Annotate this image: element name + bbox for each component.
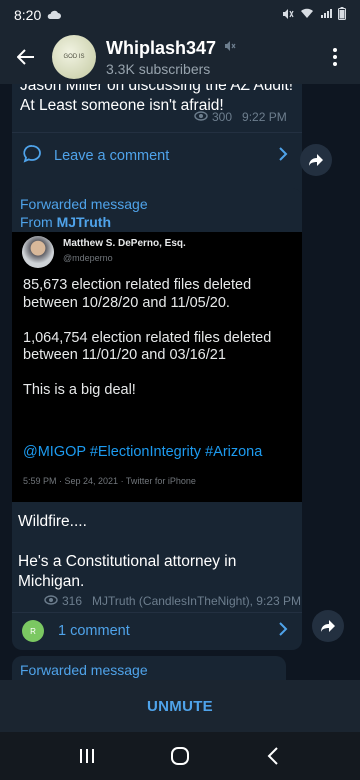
commenter-avatar: R — [22, 620, 44, 642]
tweet-handle: @mdeperno — [63, 253, 113, 263]
message-bubble[interactable]: Forwarded message — [12, 656, 286, 680]
view-count: 316 — [62, 594, 83, 608]
signal-icon — [320, 8, 332, 22]
channel-title: Whiplash347 — [106, 37, 217, 58]
unmute-button[interactable]: UNMUTE — [147, 698, 213, 715]
message-meta: 300 9:22 PM — [194, 110, 287, 124]
caption-line: Wildfire.... — [18, 513, 87, 530]
comments-button[interactable]: R 1 comment — [12, 612, 302, 650]
comments-label: 1 comment — [58, 623, 130, 639]
tweet-paragraph: 85,673 election related files deleted be… — [23, 277, 252, 311]
comment-bubble-icon — [22, 144, 42, 169]
channel-header: GOD IS Whiplash347 3.3K subscribers — [0, 30, 360, 84]
back-button[interactable] — [0, 30, 52, 84]
chat-area[interactable]: Jason Miller on discussing the AZ Audit!… — [0, 84, 360, 680]
channel-avatar[interactable]: GOD IS — [52, 35, 96, 79]
tweet-paragraph: This is a big deal! — [23, 382, 136, 398]
battery-icon — [338, 7, 346, 23]
forwarded-source[interactable]: MJTruth — [57, 214, 111, 230]
message-bubble[interactable]: Forwarded message From MJTruth Matthew S… — [12, 188, 302, 650]
leave-comment-button[interactable]: Leave a comment — [12, 136, 302, 176]
forwarded-label: Forwarded message — [20, 662, 148, 678]
home-button[interactable] — [160, 736, 200, 776]
view-count: 300 — [212, 110, 233, 124]
divider — [12, 132, 302, 133]
message-text: Wildfire.... He's a Constitutional attor… — [18, 512, 288, 592]
leave-comment-label: Leave a comment — [54, 148, 170, 164]
forwarded-from[interactable]: From MJTruth — [20, 214, 111, 230]
muted-icon — [224, 39, 236, 57]
caption-line: He's a Constitutional attorney in Michig… — [18, 553, 237, 590]
tweet-author-avatar — [22, 236, 54, 268]
wifi-icon — [300, 8, 314, 22]
forwarded-label: Forwarded message — [20, 196, 148, 212]
tweet-body: 85,673 election related files deleted be… — [23, 277, 283, 417]
cloud-icon — [47, 7, 62, 23]
status-bar: 8:20 — [0, 0, 360, 30]
chevron-right-icon — [279, 146, 288, 166]
arrow-left-icon — [17, 49, 34, 65]
status-time: 8:20 — [14, 7, 42, 23]
tweet-image[interactable]: Matthew S. DePerno, Esq. @mdeperno 85,67… — [12, 232, 302, 502]
recents-icon — [79, 749, 94, 763]
share-icon — [309, 154, 323, 166]
chevron-right-icon — [279, 621, 288, 641]
tweet-hashtags: @MIGOP #ElectionIntegrity #Arizona — [23, 444, 263, 460]
avatar-text: GOD IS — [63, 54, 85, 60]
message-meta: 316 MJTruth (CandlesInTheNight), 9:23 PM — [44, 594, 301, 608]
home-icon — [170, 747, 189, 765]
status-icons — [282, 7, 346, 23]
bottom-bar: UNMUTE — [0, 680, 360, 732]
channel-title-block[interactable]: Whiplash347 3.3K subscribers — [106, 38, 236, 77]
system-navigation-bar — [0, 732, 360, 780]
share-icon — [321, 620, 335, 632]
views-icon — [44, 594, 58, 608]
share-button[interactable] — [300, 144, 332, 176]
tweet-paragraph: 1,064,754 election related files deleted… — [23, 329, 272, 364]
system-back-button[interactable] — [253, 736, 293, 776]
more-options-button[interactable] — [320, 40, 350, 74]
subscriber-count: 3.3K subscribers — [106, 60, 211, 77]
tweet-footer: 5:59 PM · Sep 24, 2021 · Twitter for iPh… — [23, 476, 196, 486]
mute-icon — [282, 8, 294, 23]
message-time: 9:22 PM — [242, 110, 287, 124]
tweet-author: Matthew S. DePerno, Esq. — [63, 238, 186, 249]
recent-apps-button[interactable] — [67, 736, 107, 776]
share-button[interactable] — [312, 610, 344, 642]
message-signature: MJTruth (CandlesInTheNight), 9:23 PM — [92, 594, 301, 608]
views-icon — [194, 110, 208, 124]
chevron-left-icon — [267, 747, 279, 765]
